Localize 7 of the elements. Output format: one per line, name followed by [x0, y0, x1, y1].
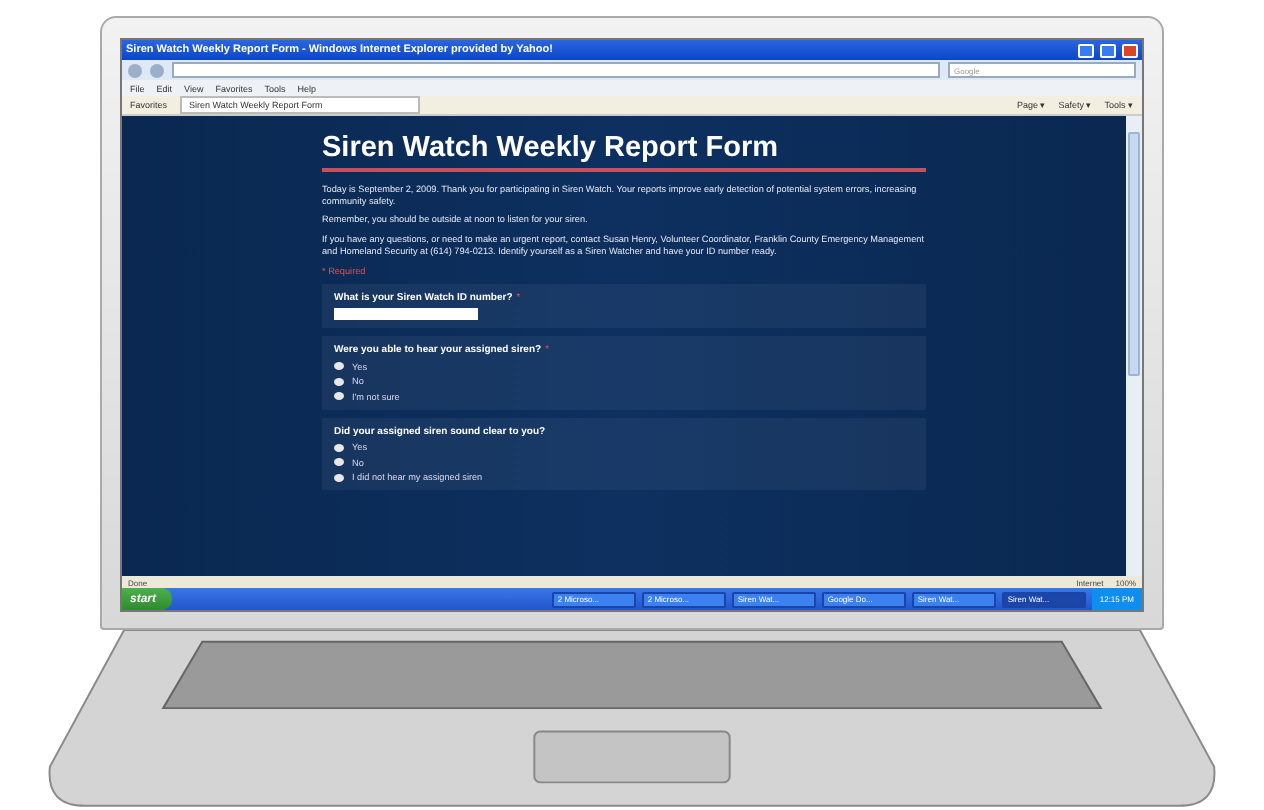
form-title: Siren Watch Weekly Report Form	[322, 132, 781, 164]
address-field[interactable]	[172, 62, 940, 78]
close-button[interactable]	[1122, 43, 1138, 57]
scrollbar[interactable]	[1126, 116, 1142, 577]
minimize-button[interactable]	[1078, 43, 1094, 57]
maximize-button[interactable]	[1100, 43, 1116, 57]
id-input-field[interactable]	[334, 308, 478, 321]
